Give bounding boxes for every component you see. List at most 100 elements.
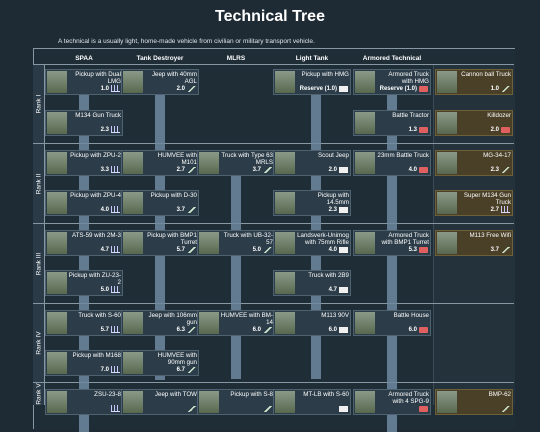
vehicle-card[interactable]: Super M134 Gun Truck 2.7	[435, 190, 513, 216]
battle-rating: 2.0	[176, 86, 185, 92]
vehicle-thumbnail	[47, 312, 67, 334]
vehicle-card[interactable]: MT-LB with S-60	[273, 389, 351, 415]
vehicle-card[interactable]: HUMVEE with 90mm gun 6.7	[121, 350, 199, 376]
rank-divider	[33, 64, 514, 65]
light-tank-icon	[339, 327, 348, 333]
at-icon	[501, 167, 510, 173]
vehicle-name: ZSU-23-8	[94, 391, 121, 398]
vehicle-card[interactable]: Pickup with BMP1 Turret 5.7	[121, 230, 199, 256]
vehicle-card[interactable]: ATS-59 with 2M-3 4.7	[45, 230, 123, 256]
battle-rating: 2.7	[490, 207, 499, 213]
tree-arrow	[79, 94, 89, 110]
at-icon	[187, 327, 196, 333]
vehicle-card[interactable]: Pickup with Dual LMG 1.0	[45, 69, 123, 95]
vehicle-card[interactable]: Jeep with 40mm AGL 2.0	[121, 69, 199, 95]
spaa-icon	[111, 206, 120, 213]
vehicle-thumbnail	[47, 232, 67, 254]
battle-rating: 2.0	[328, 167, 337, 173]
vehicle-thumbnail	[275, 232, 295, 254]
vehicle-card[interactable]: MG-34-17 2.3	[435, 150, 513, 176]
vehicle-card[interactable]: Truck with UB-32-57 5.0	[197, 230, 275, 256]
page-title: Technical Tree	[215, 8, 325, 25]
rank-label-3: Rank III	[33, 224, 45, 303]
vehicle-card[interactable]: Truck with S-60 5.7	[45, 310, 123, 336]
vehicle-card[interactable]: Pickup with ZPU-2 3.3	[45, 150, 123, 176]
tree-description: A technical is a usually light, home-mad…	[58, 38, 315, 45]
light-tank-icon	[339, 287, 348, 293]
rank-divider	[33, 382, 514, 383]
vehicle-name: HUMVEE with BM-14	[220, 312, 273, 326]
spaa-icon	[111, 366, 120, 373]
vehicle-thumbnail	[47, 391, 67, 413]
vehicle-thumbnail	[275, 71, 295, 93]
vehicle-name: Armored Truck with 4 SPG-9	[388, 391, 429, 405]
vehicle-name: Cannon ball Truck	[461, 71, 511, 78]
vehicle-card[interactable]: Pickup with ZPU-4 4.0	[45, 190, 123, 216]
vehicle-card[interactable]: Armored Truck with HMG Reserve (1.0)	[353, 69, 431, 95]
vehicle-card[interactable]: Truck with 2B9 4.7	[273, 270, 351, 296]
battle-rating: 5.7	[176, 247, 185, 253]
vehicle-thumbnail	[123, 71, 143, 93]
vehicle-name: Pickup with M168	[72, 352, 122, 359]
vehicle-thumbnail	[275, 192, 295, 214]
vehicle-card[interactable]: M113 Free Wifi 3.7	[435, 230, 513, 256]
vehicle-thumbnail	[47, 152, 67, 174]
rank-divider	[33, 223, 514, 224]
vehicle-thumbnail	[123, 152, 143, 174]
vehicle-card[interactable]: Cannon ball Truck 1.0	[435, 69, 513, 95]
vehicle-card[interactable]: Battle House 6.0	[353, 310, 431, 336]
vehicle-card[interactable]: Scout Jeep 2.0	[273, 150, 351, 176]
tree-arrow	[387, 134, 397, 432]
vehicle-card[interactable]: Landsverk-Unimog with 75mm Rifle 4.0	[273, 230, 351, 256]
battle-rating: 6.0	[252, 327, 261, 333]
vehicle-card[interactable]: BMP-62	[435, 389, 513, 415]
vehicle-card[interactable]: M113 90V 6.0	[273, 310, 351, 336]
battle-rating: 5.3	[408, 247, 417, 253]
vehicle-card[interactable]: ZSU-23-8	[45, 389, 123, 415]
vehicle-card[interactable]: Pickup with ZU-23-2 5.0	[45, 270, 123, 296]
vehicle-card[interactable]: Jeep with 106mm gun 6.3	[121, 310, 199, 336]
vehicle-card[interactable]: Pickup with 14.5mm 2.3	[273, 190, 351, 216]
vehicle-card[interactable]: Killdozer 2.0	[435, 110, 513, 136]
at-icon	[187, 367, 196, 373]
vehicle-name: M134 Gun Truck	[75, 112, 121, 119]
battle-rating: 4.7	[100, 247, 109, 253]
rank-3-text: Rank III	[35, 252, 42, 275]
battle-rating: 5.0	[100, 287, 109, 293]
battle-rating: 4.0	[408, 167, 417, 173]
vehicle-card[interactable]: Armored Truck with 4 SPG-9	[353, 389, 431, 415]
vehicle-name: Jeep with 106mm gun	[148, 312, 198, 326]
spaa-icon	[111, 166, 120, 173]
vehicle-thumbnail	[123, 391, 143, 413]
vehicle-thumbnail	[199, 232, 219, 254]
vehicle-card[interactable]: M134 Gun Truck 2.3	[45, 110, 123, 136]
spaa-icon	[111, 126, 120, 133]
tree-arrow	[231, 174, 241, 379]
vehicle-card[interactable]: Battle Tractor 1.3	[353, 110, 431, 136]
vehicle-name: Pickup with Dual LMG	[75, 71, 121, 85]
vehicle-card[interactable]: Pickup with M168 7.0	[45, 350, 123, 376]
vehicle-name: Scout Jeep	[318, 152, 349, 159]
light-tank-icon	[339, 167, 348, 173]
spaa-icon	[111, 405, 120, 412]
vehicle-card[interactable]: 23mm Battle Truck 4.0	[353, 150, 431, 176]
vehicle-card[interactable]: Pickup with D-30 3.7	[121, 190, 199, 216]
battle-rating: 6.3	[176, 327, 185, 333]
battle-rating: 4.0	[100, 207, 109, 213]
vehicle-thumbnail	[355, 152, 375, 174]
vehicle-thumbnail	[47, 352, 67, 374]
vehicle-card[interactable]: Pickup with S-8	[197, 389, 275, 415]
vehicle-card[interactable]: Armored Truck with BMP1 Turret 5.3	[353, 230, 431, 256]
vehicle-card[interactable]: HUMVEE with M101 2.7	[121, 150, 199, 176]
vehicle-card[interactable]: Truck with Type 63 MRLS 3.7	[197, 150, 275, 176]
vehicle-card[interactable]: HUMVEE with BM-14 6.0	[197, 310, 275, 336]
armored-icon	[419, 86, 428, 92]
vehicle-card[interactable]: Jeep with TOW	[121, 389, 199, 415]
rank-label-5: Rank V	[33, 383, 45, 405]
at-icon	[187, 406, 196, 412]
vehicle-thumbnail	[437, 112, 457, 134]
vehicle-thumbnail	[199, 312, 219, 334]
vehicle-card[interactable]: Pickup with HMG Reserve (1.0)	[273, 69, 351, 95]
vehicle-name: Truck with Type 63 MRLS	[221, 152, 273, 166]
at-icon	[187, 247, 196, 253]
